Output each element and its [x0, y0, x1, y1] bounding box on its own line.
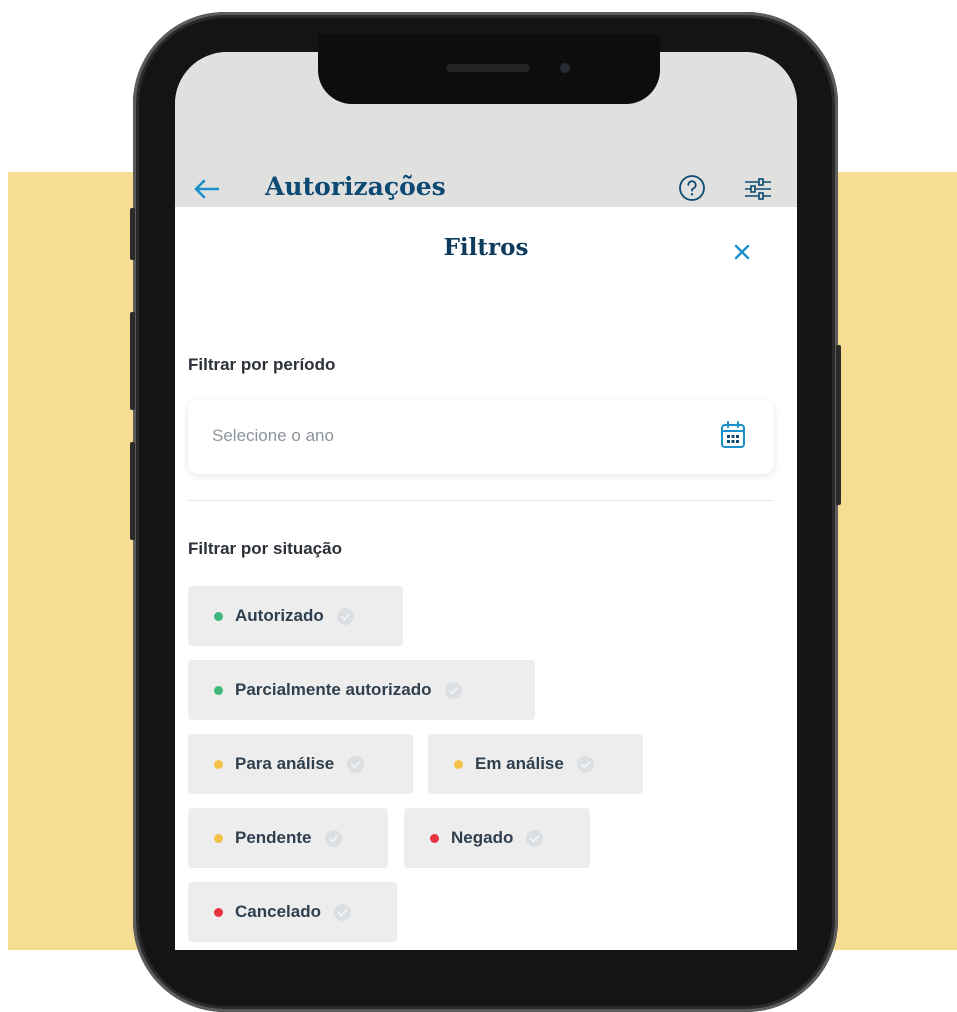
chip-label: Em análise — [475, 754, 564, 773]
status-dot — [430, 833, 439, 843]
chip-para-analise[interactable]: Para análise — [188, 734, 413, 794]
page-title: Autorizações — [265, 172, 446, 201]
phone-volume-down — [130, 442, 135, 540]
chip-label: Cancelado — [235, 902, 321, 921]
check-circle-icon — [336, 607, 354, 625]
chip-label: Parcialmente autorizado — [235, 680, 432, 699]
sliders-icon[interactable] — [743, 175, 773, 203]
status-dot — [214, 833, 223, 843]
status-dot — [214, 611, 223, 621]
check-circle-icon — [347, 755, 365, 773]
chip-label: Para análise — [235, 754, 335, 773]
check-circle-icon — [333, 903, 352, 921]
year-select-placeholder: Selecione o ano — [212, 426, 334, 445]
phone-silent-switch — [130, 208, 135, 260]
phone-power-button — [836, 345, 841, 505]
chip-em-analise[interactable]: Em análise — [428, 734, 643, 794]
question-circle-icon[interactable] — [678, 174, 706, 202]
section-divider — [188, 500, 774, 501]
phone-volume-up — [130, 312, 135, 410]
chip-label: Autorizado — [235, 606, 324, 625]
chip-negado[interactable]: Negado — [404, 808, 590, 868]
chip-pendente[interactable]: Pendente — [188, 808, 388, 868]
phone-camera — [560, 63, 570, 73]
chip-autorizado[interactable]: Autorizado — [188, 586, 403, 646]
status-dot — [214, 907, 223, 917]
status-dot — [454, 759, 463, 769]
close-icon[interactable] — [730, 240, 754, 264]
chip-cancelado[interactable]: Cancelado — [188, 882, 397, 942]
status-dot — [214, 685, 223, 695]
status-dot — [214, 759, 223, 769]
check-circle-icon — [444, 681, 462, 699]
period-filter-label: Filtrar por período — [188, 355, 336, 374]
status-filter-label: Filtrar por situação — [188, 539, 342, 558]
chip-parcialmente-autorizado[interactable]: Parcialmente autorizado — [188, 660, 535, 720]
chip-label: Pendente — [235, 828, 312, 847]
check-circle-icon — [324, 829, 342, 847]
phone-screen: Autorizações Filtros Filtrar por período… — [175, 52, 797, 950]
calendar-icon[interactable] — [719, 420, 747, 450]
year-select-input[interactable]: Selecione o ano — [188, 400, 774, 474]
check-circle-icon — [526, 829, 544, 847]
check-circle-icon — [576, 755, 594, 773]
phone-speaker — [446, 64, 530, 72]
sheet-title: Filtros — [443, 234, 529, 261]
arrow-left-icon[interactable] — [193, 179, 219, 199]
chip-label: Negado — [451, 828, 514, 847]
filters-sheet: Filtros Filtrar por período Selecione o … — [175, 207, 797, 950]
